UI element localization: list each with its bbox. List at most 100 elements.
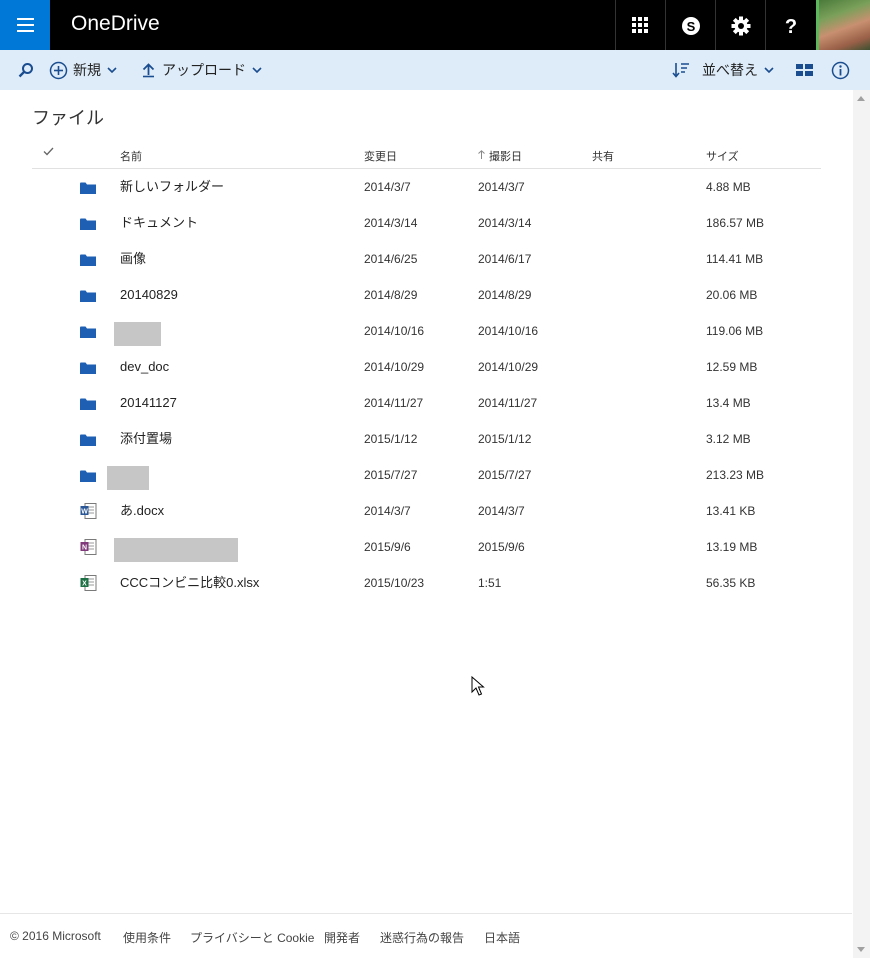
file-date-taken: 2014/10/16 xyxy=(478,324,539,338)
terms-link[interactable]: 使用条件 xyxy=(123,929,171,946)
folder-icon xyxy=(80,289,96,307)
file-name[interactable]: 20140829 xyxy=(120,277,178,313)
folder-icon xyxy=(80,433,96,451)
view-toggle-button[interactable] xyxy=(796,50,813,90)
search-button[interactable] xyxy=(18,50,34,90)
file-row[interactable]: ドキュメント 2014/3/14 2014/3/14 186.57 MB xyxy=(32,205,821,241)
folder-icon xyxy=(80,325,96,343)
folder-icon xyxy=(80,361,96,379)
new-label: 新規 xyxy=(73,62,101,78)
svg-text:S: S xyxy=(687,19,696,34)
word-document-icon: W xyxy=(80,503,97,524)
scroll-up-arrow-icon[interactable] xyxy=(857,96,865,101)
file-name[interactable]: 画像 xyxy=(120,241,146,277)
file-date-taken: 2014/3/7 xyxy=(478,180,525,194)
developers-link[interactable]: 開発者 xyxy=(324,929,360,946)
file-row[interactable]: 2015/7/27 2015/7/27 213.23 MB xyxy=(32,457,821,493)
file-size: 13.41 KB xyxy=(706,504,756,518)
mouse-pointer-icon xyxy=(471,676,485,696)
file-size: 13.19 MB xyxy=(706,540,758,554)
file-modified-date: 2014/10/29 xyxy=(364,360,425,374)
settings-gear-icon[interactable] xyxy=(715,0,765,50)
file-row[interactable]: dev_doc 2014/10/29 2014/10/29 12.59 MB xyxy=(32,349,821,385)
new-button[interactable]: 新規 xyxy=(49,50,117,90)
sort-label: 並べ替え xyxy=(702,62,758,78)
file-row[interactable]: 20141127 2014/11/27 2014/11/27 13.4 MB xyxy=(32,385,821,421)
app-launcher-icon[interactable] xyxy=(615,0,665,50)
column-header-modified[interactable]: 変更日 xyxy=(364,148,397,164)
page-title: ファイル xyxy=(32,108,104,128)
file-modified-date: 2014/6/25 xyxy=(364,252,418,266)
sort-ascending-arrow-icon xyxy=(478,150,485,159)
report-abuse-link[interactable]: 迷惑行為の報告 xyxy=(380,929,464,946)
app-title[interactable]: OneDrive xyxy=(71,12,160,36)
onenote-icon: N xyxy=(80,539,97,560)
file-row[interactable]: 添付置場 2015/1/12 2015/1/12 3.12 MB xyxy=(32,421,821,457)
upload-arrow-icon xyxy=(142,63,155,78)
file-date-taken: 2014/3/7 xyxy=(478,504,525,518)
details-pane-button[interactable] xyxy=(831,50,850,90)
scroll-down-arrow-icon[interactable] xyxy=(857,947,865,952)
file-row[interactable]: X CCCコンビニ比較0.xlsx 2015/10/23 1:51 56.35 KB xyxy=(32,565,821,601)
file-name[interactable]: ドキュメント xyxy=(120,205,198,241)
folder-icon xyxy=(80,469,96,487)
file-name[interactable]: あ.docx xyxy=(120,493,164,529)
upload-label: アップロード xyxy=(162,62,246,78)
sort-button[interactable]: 並べ替え xyxy=(672,50,774,90)
file-name[interactable]: 新しいフォルダー xyxy=(120,169,224,205)
select-all-checkmark-icon[interactable] xyxy=(43,147,54,156)
file-date-taken: 1:51 xyxy=(478,576,502,590)
file-row[interactable]: N 2015/9/6 2015/9/6 13.19 MB xyxy=(32,529,821,565)
file-size: 12.59 MB xyxy=(706,360,758,374)
upload-button[interactable]: アップロード xyxy=(141,50,262,90)
file-size: 13.4 MB xyxy=(706,396,751,410)
file-row[interactable]: W あ.docx 2014/3/7 2014/3/7 13.41 KB xyxy=(32,493,821,529)
add-circle-icon xyxy=(49,61,68,79)
tiles-view-icon xyxy=(796,64,813,76)
file-name[interactable]: CCCコンビニ比較0.xlsx xyxy=(120,565,259,601)
file-size: 56.35 KB xyxy=(706,576,756,590)
info-icon xyxy=(831,61,850,79)
redacted-file-name[interactable] xyxy=(107,466,149,490)
help-icon[interactable]: ? xyxy=(765,0,815,50)
folder-icon xyxy=(80,253,96,271)
file-modified-date: 2014/3/7 xyxy=(364,180,411,194)
svg-text:X: X xyxy=(82,581,87,588)
file-name[interactable]: 添付置場 xyxy=(120,421,172,457)
chevron-down-icon xyxy=(252,67,262,73)
excel-spreadsheet-icon: X xyxy=(80,575,97,596)
file-modified-date: 2015/9/6 xyxy=(364,540,411,554)
svg-text:?: ? xyxy=(785,16,797,37)
chevron-down-icon xyxy=(764,67,774,73)
column-header-name[interactable]: 名前 xyxy=(120,148,142,164)
search-icon xyxy=(18,63,33,78)
language-link[interactable]: 日本語 xyxy=(484,929,520,946)
file-name[interactable]: 20141127 xyxy=(120,385,177,421)
file-name[interactable]: dev_doc xyxy=(120,349,169,385)
file-row[interactable]: 20140829 2014/8/29 2014/8/29 20.06 MB xyxy=(32,277,821,313)
menu-icon[interactable] xyxy=(0,0,50,50)
privacy-link[interactable]: プライバシーと Cookie xyxy=(190,929,314,946)
footer: © 2016 Microsoft 使用条件 プライバシーと Cookie 開発者… xyxy=(0,913,852,959)
column-header-date-taken[interactable]: 撮影日 xyxy=(489,148,522,164)
file-date-taken: 2014/10/29 xyxy=(478,360,539,374)
command-bar: 新規 アップロード 並べ替え xyxy=(0,50,870,90)
file-modified-date: 2015/7/27 xyxy=(364,468,418,482)
file-date-taken: 2015/9/6 xyxy=(478,540,525,554)
skype-icon[interactable]: S xyxy=(665,0,715,50)
folder-icon xyxy=(80,181,96,199)
redacted-file-name[interactable] xyxy=(114,538,238,562)
file-size: 3.12 MB xyxy=(706,432,751,446)
vertical-scrollbar[interactable] xyxy=(853,90,870,958)
file-row[interactable]: 2014/10/16 2014/10/16 119.06 MB xyxy=(32,313,821,349)
redacted-file-name[interactable] xyxy=(114,322,161,346)
file-row[interactable]: 新しいフォルダー 2014/3/7 2014/3/7 4.88 MB xyxy=(32,169,821,205)
file-row[interactable]: 画像 2014/6/25 2014/6/17 114.41 MB xyxy=(32,241,821,277)
user-avatar[interactable] xyxy=(816,0,870,50)
file-date-taken: 2014/8/29 xyxy=(478,288,532,302)
file-modified-date: 2014/3/14 xyxy=(364,216,418,230)
file-size: 114.41 MB xyxy=(706,252,764,266)
column-header-size[interactable]: サイズ xyxy=(706,148,739,164)
column-header-shared[interactable]: 共有 xyxy=(592,148,614,164)
file-modified-date: 2015/1/12 xyxy=(364,432,418,446)
